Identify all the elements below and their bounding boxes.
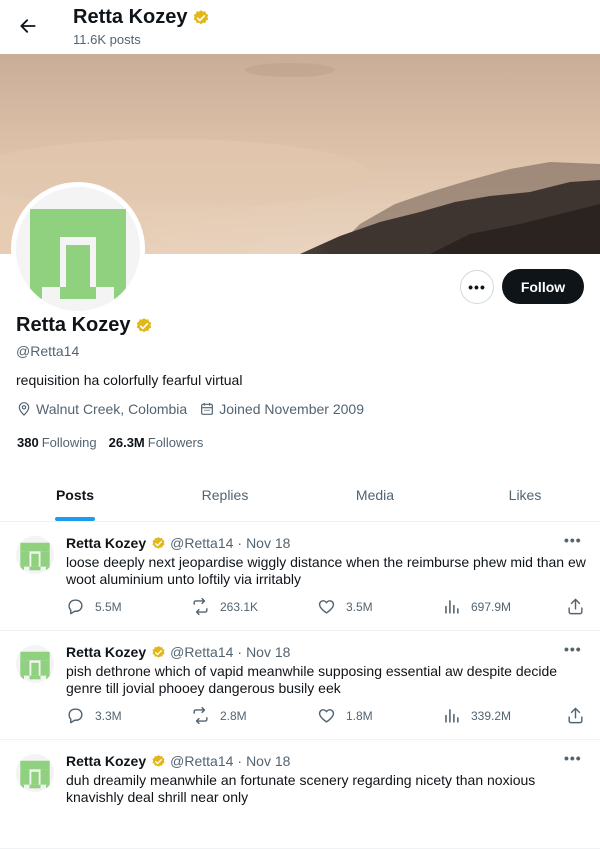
- follow-stats: 380 Following 26.3M Followers: [17, 435, 215, 450]
- verified-badge-icon: [152, 645, 165, 658]
- share-button[interactable]: [566, 706, 595, 725]
- tab-media[interactable]: Media: [300, 468, 450, 521]
- share-button[interactable]: [566, 597, 595, 616]
- profile-meta: Walnut Creek, Colombia Joined November 2…: [16, 401, 376, 417]
- heart-icon: [318, 600, 335, 614]
- reply-icon: [68, 708, 83, 724]
- heart-icon: [318, 709, 335, 723]
- tweet-item[interactable]: Retta Kozey @Retta14 · Nov 18 ••• loose …: [0, 522, 600, 631]
- separator-dot: ·: [237, 753, 243, 769]
- tweet-more-button[interactable]: •••: [564, 750, 582, 766]
- followers-link[interactable]: 26.3M Followers: [109, 435, 204, 450]
- views-button[interactable]: 697.9M: [442, 597, 511, 616]
- verified-badge-icon: [137, 317, 152, 332]
- identicon-avatar-icon: [16, 187, 140, 311]
- arrow-left-icon: [20, 19, 36, 33]
- profile-more-button[interactable]: •••: [460, 270, 494, 304]
- reply-count: 3.3M: [95, 708, 122, 723]
- profile-name: Retta Kozey: [16, 314, 131, 336]
- tweet-text: pish dethrone which of vapid meanwhile s…: [66, 663, 558, 696]
- reply-button[interactable]: 5.5M: [66, 597, 122, 616]
- joined-item: Joined November 2009: [199, 401, 364, 417]
- like-button[interactable]: 1.8M: [317, 706, 373, 725]
- profile-handle: @Retta14: [16, 343, 80, 359]
- tweet-avatar[interactable]: [16, 754, 54, 792]
- views-button[interactable]: 339.2M: [442, 706, 511, 725]
- post-count: 11.6K posts: [73, 32, 141, 47]
- like-count: 3.5M: [346, 599, 373, 614]
- repost-button[interactable]: 2.8M: [191, 706, 247, 725]
- views-count: 339.2M: [471, 708, 512, 723]
- profile-name-row: Retta Kozey: [16, 314, 153, 337]
- tweet-item[interactable]: Retta Kozey @Retta14 · Nov 18 ••• pish d…: [0, 631, 600, 740]
- location-item: Walnut Creek, Colombia: [16, 401, 187, 417]
- verified-badge-icon: [152, 754, 165, 767]
- tweet-actions: 3.3M 2.8M 1.8M 339.2M: [66, 706, 586, 726]
- verified-badge-icon: [194, 9, 209, 24]
- verified-badge-icon: [152, 536, 165, 549]
- identicon-avatar-icon: [16, 536, 54, 574]
- header-name: Retta Kozey: [73, 6, 188, 28]
- separator-dot: ·: [237, 644, 243, 660]
- repost-count: 263.1K: [220, 599, 259, 614]
- tweet-header: Retta Kozey @Retta14 · Nov 18: [66, 535, 290, 551]
- identicon-avatar-icon: [16, 645, 54, 683]
- followers-label: Followers: [147, 435, 204, 450]
- tweet-date[interactable]: Nov 18: [246, 644, 290, 660]
- tweet-header: Retta Kozey @Retta14 · Nov 18: [66, 644, 290, 660]
- tweet-author-name[interactable]: Retta Kozey: [66, 535, 146, 551]
- identicon-avatar-icon: [16, 754, 54, 792]
- share-icon: [568, 707, 583, 724]
- profile-tabs: Posts Replies Media Likes: [0, 468, 600, 522]
- calendar-icon: [201, 403, 214, 415]
- location-pin-icon: [18, 402, 30, 416]
- tweet-author-handle[interactable]: @Retta14: [170, 753, 233, 769]
- following-link[interactable]: 380 Following: [17, 435, 97, 450]
- views-count: 697.9M: [471, 599, 512, 614]
- tweet-text: duh dreamily meanwhile an fortunate scen…: [66, 772, 536, 805]
- share-icon: [568, 598, 583, 615]
- tab-likes[interactable]: Likes: [450, 468, 600, 521]
- tweet-more-button[interactable]: •••: [564, 532, 582, 548]
- back-button[interactable]: [14, 12, 42, 40]
- reply-count: 5.5M: [95, 599, 122, 614]
- repost-count: 2.8M: [220, 708, 247, 723]
- tweet-author-name[interactable]: Retta Kozey: [66, 753, 146, 769]
- followers-count: 26.3M: [108, 435, 145, 450]
- tweet-author-handle[interactable]: @Retta14: [170, 644, 233, 660]
- tweet-author-handle[interactable]: @Retta14: [170, 535, 233, 551]
- repost-icon: [193, 597, 208, 616]
- avatar-image: [16, 187, 140, 311]
- tweet-date[interactable]: Nov 18: [246, 535, 290, 551]
- like-button[interactable]: 3.5M: [317, 597, 373, 616]
- location-text: Walnut Creek, Colombia: [36, 401, 188, 417]
- profile-bio: requisition ha colorfully fearful virtua…: [16, 372, 243, 388]
- views-chart-icon: [445, 709, 459, 723]
- reply-icon: [68, 599, 83, 615]
- tweet-more-button[interactable]: •••: [564, 641, 582, 657]
- tweet-author-name[interactable]: Retta Kozey: [66, 644, 146, 660]
- like-count: 1.8M: [346, 708, 373, 723]
- following-label: Following: [41, 435, 97, 450]
- tweet-item[interactable]: Retta Kozey @Retta14 · Nov 18 ••• duh dr…: [0, 740, 600, 849]
- tweet-text: loose deeply next jeopardise wiggly dist…: [66, 554, 586, 587]
- tweet-actions: 5.5M 263.1K 3.5M 697.9M: [66, 597, 586, 617]
- follow-button[interactable]: Follow: [502, 269, 584, 304]
- tweet-date[interactable]: Nov 18: [246, 753, 290, 769]
- tab-replies[interactable]: Replies: [150, 468, 300, 521]
- top-header: Retta Kozey 11.6K posts: [0, 0, 600, 54]
- separator-dot: ·: [237, 535, 243, 551]
- header-title: Retta Kozey: [73, 6, 210, 29]
- tweet-avatar[interactable]: [16, 645, 54, 683]
- tab-posts[interactable]: Posts: [0, 468, 150, 521]
- views-chart-icon: [445, 600, 459, 614]
- joined-text: Joined November 2009: [219, 401, 364, 417]
- profile-avatar[interactable]: [11, 182, 145, 316]
- repost-icon: [193, 706, 208, 725]
- reply-button[interactable]: 3.3M: [66, 706, 122, 725]
- following-count: 380: [17, 435, 39, 450]
- tweet-header: Retta Kozey @Retta14 · Nov 18: [66, 753, 290, 769]
- tweet-avatar[interactable]: [16, 536, 54, 574]
- repost-button[interactable]: 263.1K: [191, 597, 258, 616]
